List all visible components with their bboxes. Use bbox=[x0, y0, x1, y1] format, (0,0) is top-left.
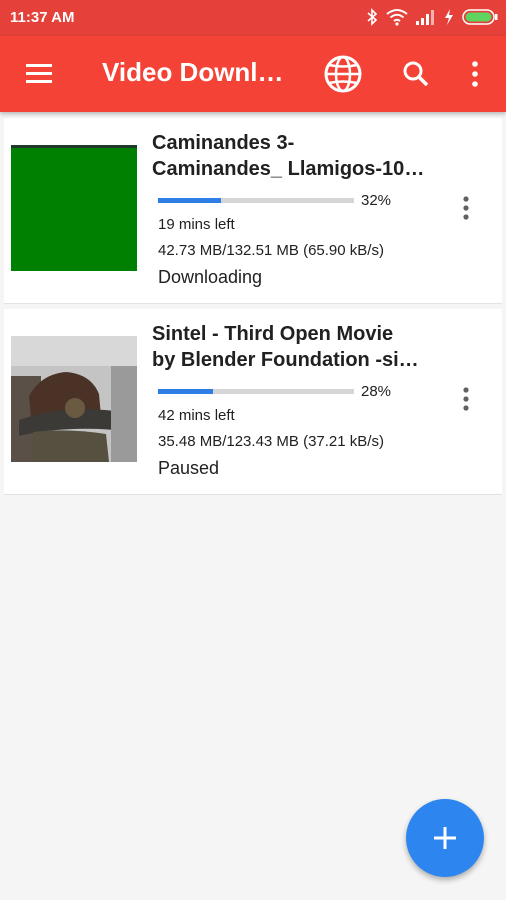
progress-percent: 28% bbox=[361, 383, 392, 400]
video-title-line-2: by Blender Foundation -sintel bbox=[152, 349, 427, 371]
video-title-line-1: Caminandes 3- bbox=[152, 132, 295, 154]
add-download-button[interactable] bbox=[406, 799, 484, 877]
download-status: Downloading bbox=[158, 267, 263, 287]
size-info: 42.73 MB/132.51 MB (65.90 kB/s) bbox=[158, 242, 384, 259]
progress-percent: 32% bbox=[361, 192, 392, 209]
progress-fill bbox=[158, 198, 221, 203]
video-title-line-2: Caminandes_ Llamigos-1080p bbox=[152, 158, 427, 180]
video-thumbnail bbox=[11, 145, 137, 271]
download-item[interactable]: Sintel - Third Open Movie by Blender Fou… bbox=[4, 309, 502, 495]
status-time: 11:37 AM bbox=[10, 9, 75, 26]
charging-icon bbox=[445, 9, 453, 25]
progress-bar bbox=[158, 198, 354, 203]
more-vert-icon[interactable] bbox=[464, 58, 486, 90]
download-status: Paused bbox=[158, 458, 220, 478]
battery-icon bbox=[462, 9, 498, 25]
item-more-icon[interactable] bbox=[456, 194, 476, 222]
plus-icon bbox=[434, 827, 456, 849]
sintel-thumbnail-image bbox=[11, 336, 137, 462]
time-left: 42 mins left bbox=[158, 407, 235, 424]
bluetooth-icon bbox=[367, 8, 378, 26]
time-left: 19 mins left bbox=[158, 216, 235, 233]
item-more-icon[interactable] bbox=[456, 385, 476, 413]
progress-fill bbox=[158, 389, 213, 394]
status-icons bbox=[366, 8, 498, 26]
progress-bar bbox=[158, 389, 354, 394]
size-info: 35.48 MB/123.43 MB (37.21 kB/s) bbox=[158, 433, 384, 450]
globe-icon[interactable] bbox=[322, 53, 364, 95]
video-thumbnail bbox=[11, 336, 137, 462]
search-icon[interactable] bbox=[400, 58, 432, 90]
video-title: Sintel - Third Open Movie by Blender Fou… bbox=[152, 321, 427, 373]
video-title-line-1: Sintel - Third Open Movie bbox=[152, 323, 394, 345]
download-item[interactable]: Caminandes 3- Caminandes_ Llamigos-1080p… bbox=[4, 118, 502, 304]
app-bar: Video Downloader bbox=[0, 36, 506, 112]
video-title: Caminandes 3- Caminandes_ Llamigos-1080p bbox=[152, 130, 427, 182]
app-title: Video Downloader bbox=[102, 57, 286, 87]
status-bar: 11:37 AM bbox=[0, 0, 506, 36]
wifi-icon bbox=[386, 9, 408, 26]
signal-icon bbox=[416, 10, 434, 25]
menu-icon[interactable] bbox=[24, 60, 56, 88]
